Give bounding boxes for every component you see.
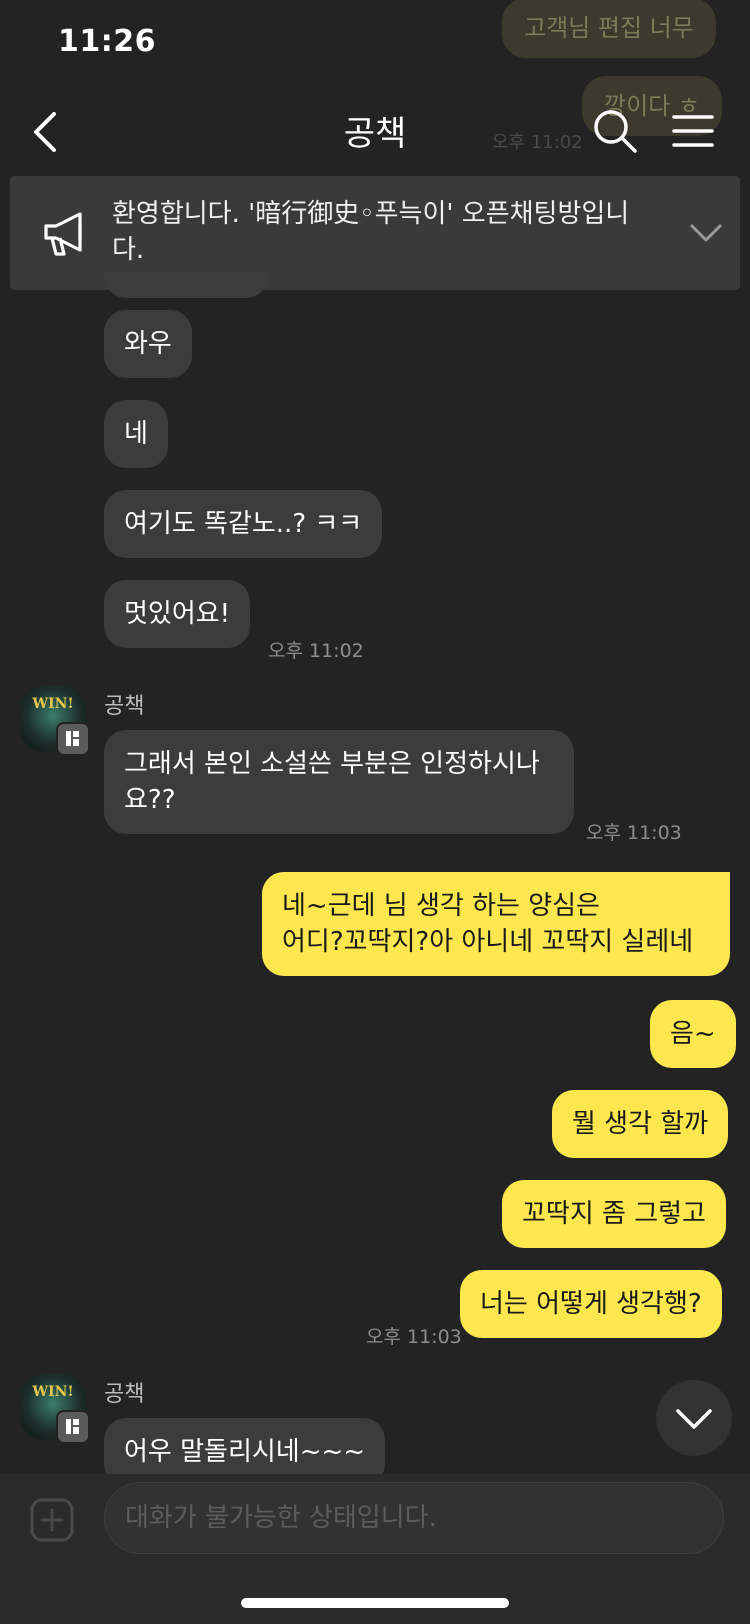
message-input[interactable]: 대화가 불가능한 상태입니다. (104, 1482, 724, 1554)
notice-text: 환영합니다. '暗行御史◦푸늑이' 오픈채팅방입니다. (112, 199, 630, 265)
member-badge-icon (56, 1410, 90, 1444)
message-line: 어디?꼬딱지?아 아니네 꼬딱지 실레네 (282, 927, 694, 957)
status-time: 11:26 (58, 24, 156, 59)
megaphone-icon (44, 212, 82, 256)
partial-bubble (104, 272, 268, 298)
sender-name: 공책 (104, 694, 145, 719)
my-message-bubble: 꼬딱지 좀 그렇고 (502, 1180, 726, 1248)
message-timestamp: 오후 11:03 (586, 822, 682, 844)
search-icon[interactable] (592, 108, 638, 154)
ghost-message: 고객님 편집 너무 (502, 0, 716, 58)
message-timestamp: 오후 11:02 (268, 640, 364, 662)
message-bubble: 멋있어요! (104, 580, 251, 648)
message-bubble: 여기도 똑같노..? ㅋㅋ (104, 490, 383, 558)
my-message-bubble: 네~근데 님 생각 하는 양심은 어디?꼬딱지?아 아니네 꼬딱지 실레네 (262, 872, 730, 976)
scroll-to-bottom-button[interactable] (656, 1380, 732, 1456)
menu-icon[interactable] (672, 114, 714, 148)
message-line: 그래서 본인 소설쓴 부분은 인정하시나 (124, 749, 540, 779)
avatar-logo-text: WIN! (32, 1384, 74, 1400)
bubble-tail (710, 872, 724, 886)
add-icon[interactable] (30, 1498, 74, 1542)
home-indicator[interactable] (241, 1598, 509, 1608)
sender-name: 공책 (104, 1382, 145, 1407)
message-bubble: 와우 (104, 310, 192, 378)
message-line: 네~근데 님 생각 하는 양심은 (282, 891, 600, 921)
avatar-logo-text: WIN! (32, 696, 74, 712)
my-message-bubble: 음~ (650, 1000, 736, 1068)
message-timestamp: 오후 11:03 (366, 1326, 462, 1348)
my-message-bubble: 너는 어떻게 생각행? (460, 1270, 722, 1338)
member-badge-icon (56, 722, 90, 756)
chevron-down-icon (676, 1409, 712, 1429)
my-message-bubble: 뭘 생각 할까 (552, 1090, 729, 1158)
message-bubble: 네 (104, 400, 168, 468)
message-bubble: 그래서 본인 소설쓴 부분은 인정하시나 요?? (104, 730, 574, 834)
message-line: 요?? (124, 785, 176, 815)
chevron-down-icon[interactable] (686, 212, 726, 252)
